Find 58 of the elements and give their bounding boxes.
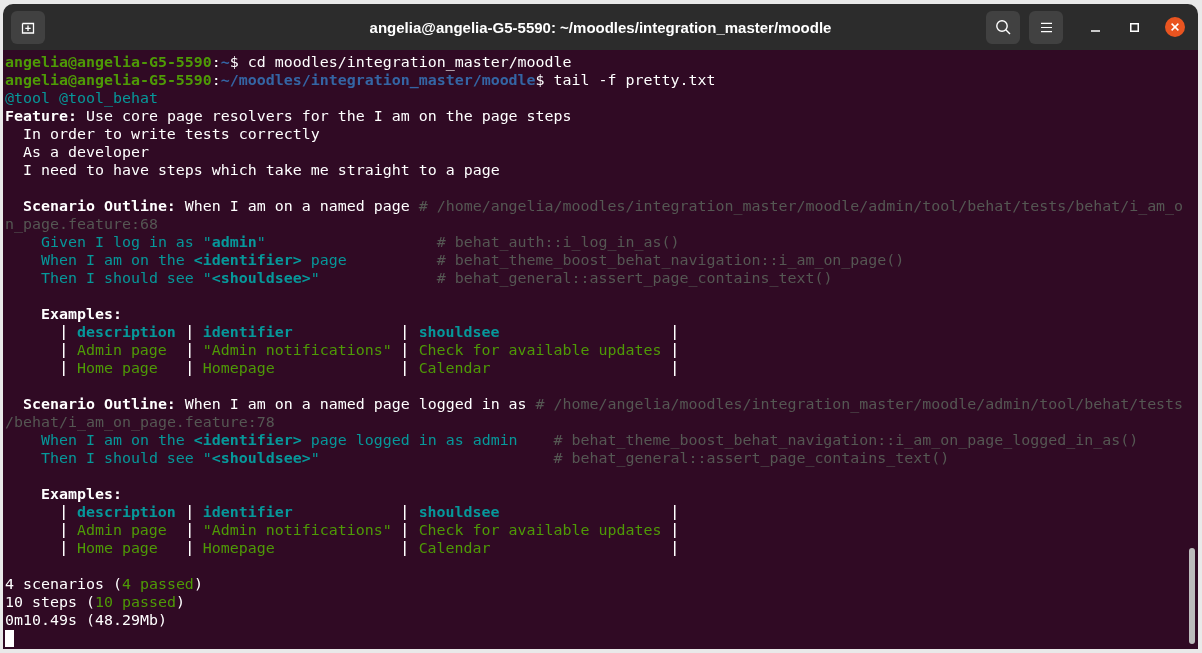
table-cell: Admin page [76, 341, 167, 359]
table-header-cell: identifier [202, 323, 293, 341]
location-comment: # /home/angelia/moodles/integration_master/moodle/admin/tool/behat/tests/behat/i_am_o [418, 197, 1184, 215]
prompt-line: angelia@angelia-G5-5590:~$ cd moodles/integration_master/moodle [5, 53, 572, 71]
description-line: I need to have steps which take me straight to a page [23, 161, 500, 179]
summary-line: 0m10.49s (48.29Mb) [5, 611, 167, 629]
summary-line: 4 scenarios (4 passed) [5, 575, 203, 593]
scenario-title: Scenario Outline: When I am on a named page logged in as [23, 395, 527, 413]
close-icon [1171, 23, 1179, 31]
search-button[interactable] [986, 10, 1020, 44]
table-header-cell: identifier [202, 503, 293, 521]
table-cell: Admin page [76, 521, 167, 539]
description-line: In order to write tests correctly [23, 125, 320, 143]
minimize-icon [1090, 30, 1100, 32]
step-definition-comment: # behat_general::assert_page_contains_text() [553, 449, 950, 467]
menu-icon [1039, 21, 1053, 33]
step-definition-comment: # behat_auth::i_log_in_as() [436, 233, 680, 251]
window-title: angelia@angelia-G5-5590: ~/moodles/integration_master/moodle [369, 18, 832, 36]
prompt-line: angelia@angelia-G5-5590:~/moodles/integration_master/moodle$ tail -f pretty.txt [5, 71, 716, 89]
description-line: As a developer [23, 143, 149, 161]
feature-title: Feature: Use core page resolvers for the I am on the page steps [5, 107, 572, 125]
scenario-title: Scenario Outline: When I am on a named page [23, 197, 410, 215]
close-button[interactable] [1165, 17, 1185, 37]
table-header-cell: shouldsee [418, 323, 500, 341]
step-text: Then I should see "<shouldsee>" [40, 269, 320, 287]
table-cell: "Admin notifications" [202, 341, 392, 359]
table-cell: Home page [76, 359, 158, 377]
examples-label: Examples: [40, 485, 122, 503]
step-definition-comment: # behat_theme_boost_behat_navigation::i_am_on_page_logged_in_as() [553, 431, 1139, 449]
table-header-cell: shouldsee [418, 503, 500, 521]
table-cell: Homepage [202, 359, 275, 377]
menu-button[interactable] [1029, 10, 1063, 44]
table-header-cell: description [76, 503, 176, 521]
search-icon [995, 19, 1011, 35]
step-definition-comment: # behat_general::assert_page_contains_text() [436, 269, 833, 287]
step-text: Then I should see "<shouldsee>" [40, 449, 320, 467]
table-cell: Homepage [202, 539, 275, 557]
location-comment-continued: /behat/i_am_on_page.feature:78 [5, 413, 275, 431]
table-cell: "Admin notifications" [202, 521, 392, 539]
summary-line: 10 steps (10 passed) [5, 593, 185, 611]
scrollbar-thumb[interactable] [1189, 548, 1195, 644]
tags-text: @tool @tool_behat [5, 89, 158, 107]
table-cell: Calendar [418, 359, 491, 377]
maximize-icon [1129, 22, 1139, 32]
table-cell: Check for available updates [418, 521, 662, 539]
table-cell: Calendar [418, 539, 491, 557]
table-cell: Check for available updates [418, 341, 662, 359]
table-header-cell: description [76, 323, 176, 341]
location-comment-continued: n_page.feature:68 [5, 215, 158, 233]
block-cursor-icon [5, 629, 14, 647]
step-definition-comment: # behat_theme_boost_behat_navigation::i_am_on_page() [436, 251, 905, 269]
step-text: Given I log in as "admin" [40, 233, 266, 251]
examples-label: Examples: [40, 305, 122, 323]
new-tab-button[interactable] [11, 10, 45, 44]
step-text: When I am on the <identifier> page [40, 251, 347, 269]
step-text: When I am on the <identifier> page logged in as admin [40, 431, 518, 449]
location-comment: # /home/angelia/moodles/integration_master/moodle/admin/tool/behat/tests [535, 395, 1184, 413]
table-cell: Home page [76, 539, 158, 557]
